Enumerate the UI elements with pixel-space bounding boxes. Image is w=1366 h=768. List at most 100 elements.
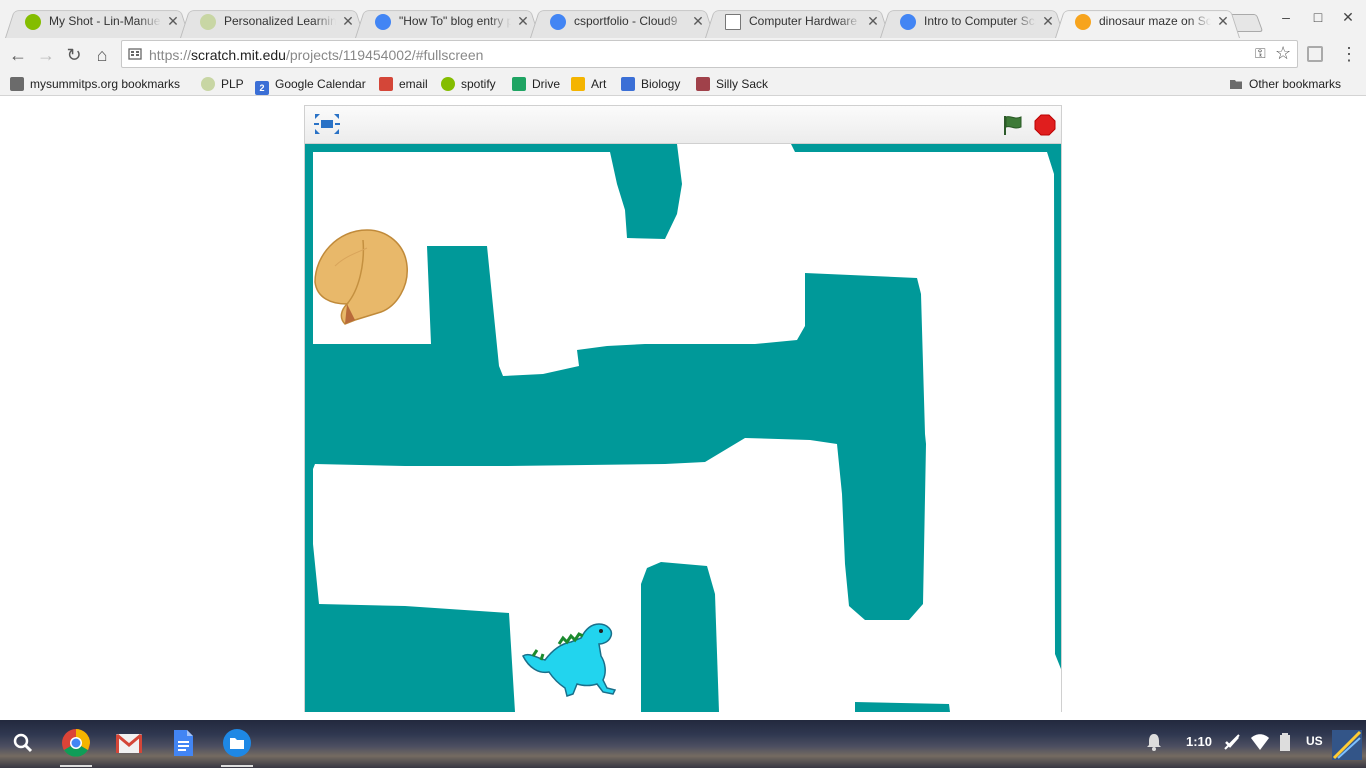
tab-title: dinosaur maze on Scratch (1099, 14, 1211, 28)
chrome-icon[interactable] (61, 728, 91, 758)
gmail-icon (379, 77, 393, 91)
battery-icon[interactable] (1278, 732, 1292, 752)
browser-menu-icon[interactable]: ⋮ (1340, 42, 1358, 66)
extension-icon[interactable] (1307, 46, 1323, 62)
calendar-day: 2 (259, 83, 265, 93)
bookmark-label: Silly Sack (716, 77, 769, 91)
tab-7[interactable]: dinosaur maze on Scratch ✕ (1055, 7, 1240, 39)
tab-title: Computer Hardware (749, 14, 858, 28)
tab-close-icon[interactable]: ✕ (340, 13, 356, 29)
tab-5[interactable]: Computer Hardware ✕ (705, 7, 890, 39)
tab-6[interactable]: Intro to Computer Science ✕ (880, 7, 1065, 39)
folder-icon (10, 77, 24, 91)
forward-button[interactable]: → (34, 43, 58, 67)
tab-4[interactable]: csportfolio - Cloud9 ✕ (530, 7, 715, 39)
notification-bell-icon[interactable] (1144, 732, 1164, 752)
bookmark-label: Biology (641, 77, 681, 91)
clock[interactable]: 1:10 (1186, 734, 1212, 749)
tab-title: csportfolio - Cloud9 (574, 14, 678, 28)
slides-icon (571, 77, 585, 91)
bookmark-label: Art (591, 77, 607, 91)
other-bookmarks-label: Other bookmarks (1249, 77, 1342, 91)
tab-title: My Shot - Lin-Manuel Miranda (49, 14, 161, 28)
page-icon (725, 14, 741, 30)
bookmark-label: email (399, 77, 428, 91)
bookmarks-bar: mysummitps.org bookmarks PLP 2 Google Calen… (0, 71, 1366, 96)
bookmark-biology[interactable]: Biology (621, 75, 680, 93)
keyboard-layout[interactable]: US (1306, 734, 1323, 748)
plp-icon (200, 14, 216, 30)
folder-icon (1230, 80, 1242, 89)
tab-3[interactable]: "How To" blog entry proposal ✕ (355, 7, 540, 39)
scratch-icon (1075, 14, 1091, 30)
home-button[interactable]: ⌂ (90, 43, 114, 67)
scratch-player (304, 105, 1062, 712)
stage-canvas[interactable] (305, 144, 1061, 712)
tab-close-icon[interactable]: ✕ (690, 13, 706, 29)
tab-1[interactable]: My Shot - Lin-Manuel Miranda ✕ (5, 7, 190, 39)
search-icon[interactable] (8, 728, 38, 758)
bookmark-plp[interactable]: PLP (201, 75, 244, 93)
close-window-button[interactable]: ✕ (1337, 6, 1359, 28)
tab-close-icon[interactable]: ✕ (165, 13, 181, 29)
wifi-icon[interactable] (1250, 732, 1270, 752)
bookmark-star-icon[interactable]: ☆ (1275, 43, 1291, 64)
chrome-running-indicator (60, 765, 92, 767)
no-sync-icon[interactable] (1222, 732, 1242, 752)
url-host: scratch.mit.edu (191, 47, 286, 63)
docs-icon[interactable] (168, 728, 198, 758)
docs-icon (375, 14, 391, 30)
bookmark-google-calendar[interactable]: 2 Google Calendar (255, 75, 366, 95)
green-flag-icon[interactable] (1002, 114, 1024, 136)
user-avatar-icon[interactable] (1332, 730, 1362, 760)
bookmark-spotify[interactable]: spotify (441, 75, 496, 93)
key-icon[interactable]: ⚿ (1255, 45, 1266, 62)
bookmark-silly-sack[interactable]: Silly Sack (696, 75, 768, 93)
cloud9-icon (550, 14, 566, 30)
bookmark-label: PLP (221, 77, 244, 91)
bookmark-art[interactable]: Art (571, 75, 606, 93)
url-path: /projects/119454002/#fullscreen (285, 47, 484, 63)
reload-button[interactable]: ↻ (62, 43, 86, 67)
url-scheme: https:// (149, 47, 192, 63)
maximize-button[interactable]: □ (1307, 6, 1329, 28)
stop-sign-icon[interactable] (1034, 114, 1056, 136)
tab-title: Intro to Computer Science (924, 14, 1036, 28)
tab-close-icon[interactable]: ✕ (1215, 13, 1231, 29)
bookmark-label: Google Calendar (275, 77, 366, 91)
back-button[interactable]: ← (6, 43, 30, 67)
dinosaur-eye (599, 629, 603, 633)
bookmark-mysummitps-org-bookmarks[interactable]: mysummitps.org bookmarks (10, 75, 180, 93)
spotify-icon (441, 77, 455, 91)
tab-close-icon[interactable]: ✕ (515, 13, 531, 29)
tab-strip: My Shot - Lin-Manuel Miranda✕Personalize… (0, 0, 1366, 39)
spotify-icon (25, 14, 41, 30)
files-running-indicator (221, 765, 253, 767)
maze-wall-bottom-post (641, 562, 719, 712)
gmail-icon[interactable] (114, 728, 144, 758)
page-content (0, 96, 1366, 720)
bookmark-label: Drive (532, 77, 561, 91)
player-controls (305, 106, 1061, 144)
files-icon[interactable] (222, 728, 252, 758)
address-bar[interactable]: https://scratch.mit.edu/projects/1194540… (121, 40, 1298, 68)
tab-2[interactable]: Personalized Learning Plan ✕ (180, 7, 365, 39)
plp-icon (201, 77, 215, 91)
tab-close-icon[interactable]: ✕ (865, 13, 881, 29)
tab-title: "How To" blog entry proposal (399, 14, 511, 28)
fullscreen-toggle-icon[interactable] (314, 113, 340, 135)
site-info-icon[interactable] (128, 47, 142, 61)
minimize-button[interactable]: – (1275, 6, 1297, 28)
bookmark-label: mysummitps.org bookmarks (30, 77, 181, 91)
tab-title: Personalized Learning Plan (224, 14, 336, 28)
system-shelf: 1:10 US (0, 720, 1366, 768)
bookmark-label: spotify (461, 77, 496, 91)
calendar-icon: 2 (255, 81, 269, 95)
bookmark-drive[interactable]: Drive (512, 75, 560, 93)
browser-toolbar: ← → ↻ ⌂ https://scratch.mit.edu/projects… (0, 38, 1366, 71)
tab-close-icon[interactable]: ✕ (1040, 13, 1056, 29)
url-text: https://scratch.mit.edu/projects/1194540… (149, 47, 483, 63)
docs-icon (900, 14, 916, 30)
other-bookmarks[interactable]: Other bookmarks (1229, 75, 1341, 93)
bookmark-email[interactable]: email (379, 75, 428, 93)
